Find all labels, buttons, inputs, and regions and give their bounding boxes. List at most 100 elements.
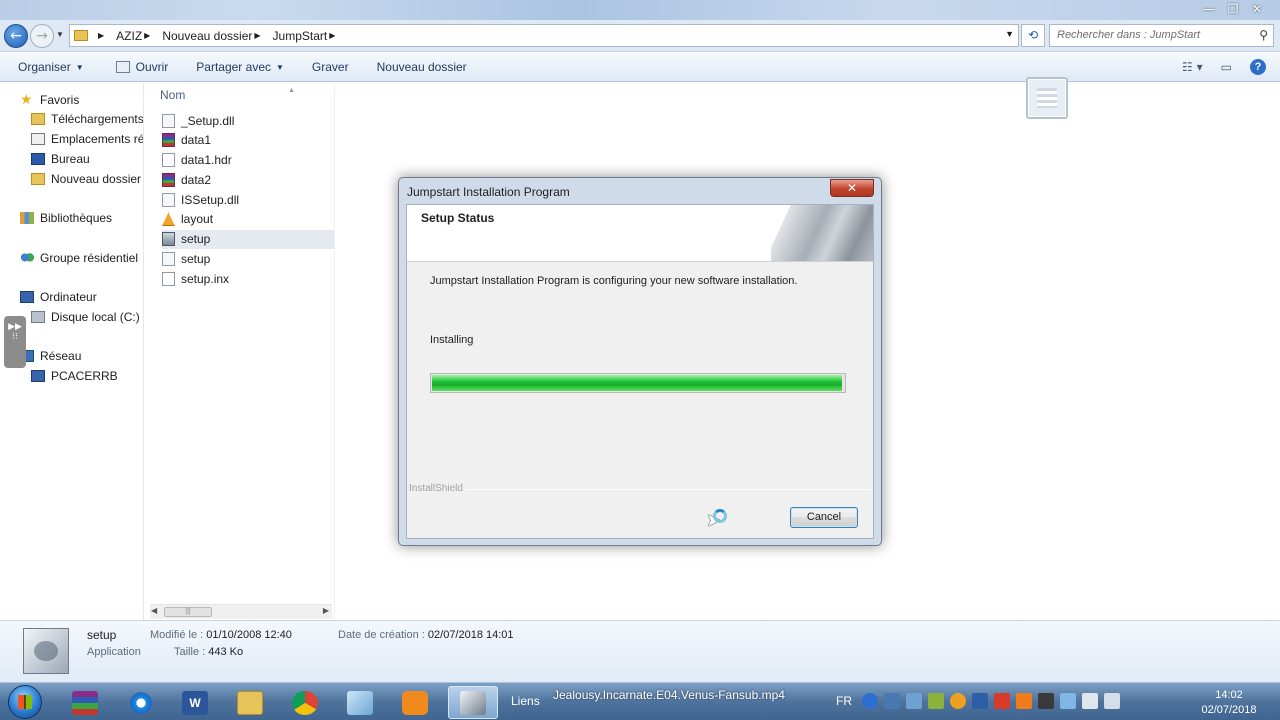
file-row[interactable]: data1 bbox=[162, 131, 334, 150]
refresh-button[interactable]: ⟲ bbox=[1021, 24, 1045, 47]
burn-button[interactable]: Graver bbox=[312, 60, 349, 74]
address-dropdown-icon[interactable]: ▼ bbox=[1005, 29, 1014, 39]
dialog-close-button[interactable]: ✕ bbox=[830, 179, 874, 197]
recent-places-icon bbox=[31, 133, 45, 145]
language-indicator[interactable]: FR bbox=[836, 694, 852, 708]
file-row[interactable]: data1.hdr bbox=[162, 151, 334, 170]
file-name: data1 bbox=[181, 133, 212, 148]
preview-pane-icon[interactable]: ▭ bbox=[1221, 60, 1232, 74]
tray-app-icon[interactable] bbox=[1038, 693, 1054, 709]
taskbar-explorer[interactable] bbox=[225, 686, 275, 719]
horizontal-scrollbar[interactable]: ◀ ||| ▶ bbox=[150, 604, 332, 619]
tray-app-icon[interactable] bbox=[950, 693, 966, 709]
search-input[interactable]: Rechercher dans : JumpStart ⚲ bbox=[1049, 24, 1274, 47]
details-file-type: Application bbox=[87, 646, 141, 658]
nav-network-pc[interactable]: PCACERRB bbox=[31, 369, 118, 383]
forward-button[interactable]: → bbox=[30, 24, 54, 48]
taskbar-winrar[interactable] bbox=[60, 686, 110, 719]
help-icon[interactable] bbox=[862, 693, 878, 709]
file-row[interactable]: ISSetup.dll bbox=[162, 190, 334, 209]
nav-favorites[interactable]: ★ Favoris bbox=[20, 92, 79, 108]
tray-app-icon[interactable] bbox=[906, 693, 922, 709]
nav-libraries[interactable]: Bibliothèques bbox=[20, 211, 112, 225]
file-explorer-icon bbox=[237, 690, 263, 715]
file-row[interactable]: setup.inx bbox=[162, 269, 334, 288]
side-panel-handle[interactable]: ▶▶ ⁝⁝ bbox=[4, 316, 26, 368]
address-row: ← → ▼ ▶ AZIZ ▶ Nouveau dossier ▶ JumpStart… bbox=[0, 20, 1280, 52]
taskbar-chrome[interactable] bbox=[280, 686, 330, 719]
command-bar: Organiser ▼ Ouvrir Partager avec ▼ Graver … bbox=[0, 53, 1280, 82]
file-row[interactable]: _Setup.dll bbox=[162, 111, 334, 130]
search-icon[interactable]: ⚲ bbox=[1259, 28, 1268, 42]
nav-desktop[interactable]: Bureau bbox=[31, 152, 143, 166]
maximize-button[interactable]: ❐ bbox=[1222, 1, 1244, 17]
scroll-thumb[interactable]: ||| bbox=[164, 607, 212, 617]
tray-app-icon[interactable] bbox=[884, 693, 900, 709]
downloads-folder-icon bbox=[31, 113, 45, 125]
clock-time: 14:02 bbox=[1215, 689, 1243, 701]
back-button[interactable]: ← bbox=[4, 24, 28, 48]
nav-computer[interactable]: Ordinateur bbox=[20, 290, 97, 304]
nav-downloads[interactable]: Téléchargements bbox=[31, 112, 143, 126]
taskbar-media-player[interactable] bbox=[390, 686, 440, 719]
installshield-label: InstallShield bbox=[409, 483, 463, 494]
details-created: Date de création : 02/07/2018 14:01 bbox=[338, 629, 514, 641]
links-toolbar[interactable]: Liens bbox=[511, 694, 540, 708]
system-tray bbox=[862, 693, 1120, 709]
computer-icon bbox=[31, 370, 45, 382]
help-icon[interactable]: ? bbox=[1250, 59, 1266, 75]
scroll-left-arrow-icon[interactable]: ◀ bbox=[151, 606, 157, 615]
recent-pages-dropdown[interactable]: ▼ bbox=[56, 30, 64, 39]
open-button[interactable]: Ouvrir bbox=[115, 60, 168, 74]
nav-new-folder-2[interactable]: Nouveau dossier (2 bbox=[31, 172, 143, 186]
dialog-body: Setup Status Jumpstart Installation Prog… bbox=[406, 204, 874, 539]
column-header-name[interactable]: Nom ▲ bbox=[160, 87, 295, 102]
file-name: setup bbox=[181, 232, 211, 246]
disk-icon bbox=[31, 311, 45, 323]
share-menu[interactable]: Partager avec ▼ bbox=[196, 60, 284, 74]
view-options-icon[interactable]: ☷ ▾ bbox=[1182, 60, 1203, 74]
config-file-icon bbox=[162, 251, 175, 266]
organize-menu[interactable]: Organiser ▼ bbox=[18, 60, 84, 74]
battery-icon[interactable] bbox=[1082, 693, 1098, 709]
now-playing-title[interactable]: Jealousy.Incarnate.E04.Venus-Fansub.mp4 bbox=[553, 688, 785, 702]
cancel-button[interactable]: Cancel bbox=[790, 507, 858, 528]
nav-local-disk[interactable]: Disque local (C:) bbox=[31, 310, 140, 324]
volume-icon[interactable] bbox=[1104, 693, 1120, 709]
tray-app-icon[interactable] bbox=[972, 693, 988, 709]
taskbar-app[interactable] bbox=[335, 686, 385, 719]
file-row[interactable]: setup bbox=[162, 229, 334, 249]
breadcrumb-jumpstart[interactable]: JumpStart ▶ bbox=[273, 29, 342, 43]
file-row[interactable]: setup bbox=[162, 249, 334, 268]
setup-app-icon bbox=[162, 232, 175, 246]
folder-icon bbox=[31, 173, 45, 185]
close-window-button[interactable]: ✕ bbox=[1246, 1, 1268, 17]
taskbar-internet-explorer[interactable] bbox=[116, 686, 166, 719]
nav-homegroup[interactable]: Groupe résidentiel bbox=[20, 251, 138, 265]
file-row[interactable]: layout bbox=[162, 210, 334, 229]
tray-app-icon[interactable] bbox=[928, 693, 944, 709]
taskbar-installer[interactable] bbox=[448, 686, 498, 719]
winrar-icon bbox=[72, 690, 98, 715]
search-placeholder: Rechercher dans : JumpStart bbox=[1057, 29, 1201, 41]
file-row[interactable]: data2 bbox=[162, 170, 334, 189]
nav-recent-places[interactable]: Emplacements réc bbox=[31, 132, 143, 146]
breadcrumb-nouveau-dossier[interactable]: Nouveau dossier ▶ bbox=[162, 29, 266, 43]
clock[interactable]: 14:02 02/07/2018 bbox=[1191, 688, 1267, 718]
scroll-right-arrow-icon[interactable]: ▶ bbox=[323, 606, 329, 615]
details-pane: setup Application Modifié le : 01/10/200… bbox=[0, 620, 1280, 682]
nav-network[interactable]: Réseau bbox=[20, 349, 81, 363]
tray-app-icon[interactable] bbox=[1060, 693, 1076, 709]
taskbar-word[interactable]: W bbox=[170, 686, 220, 719]
media-player-icon bbox=[402, 690, 428, 715]
tray-app-icon[interactable] bbox=[994, 693, 1010, 709]
tray-app-icon[interactable] bbox=[1016, 693, 1032, 709]
app-icon bbox=[347, 690, 373, 715]
ghost-window-icon[interactable] bbox=[1026, 77, 1068, 119]
breadcrumb-aziz[interactable]: AZIZ ▶ bbox=[116, 29, 156, 43]
breadcrumb-root-arrow[interactable]: ▶ bbox=[96, 31, 110, 40]
new-folder-button[interactable]: Nouveau dossier bbox=[377, 60, 467, 74]
minimize-button[interactable]: — bbox=[1198, 1, 1220, 17]
start-button[interactable] bbox=[8, 685, 42, 719]
address-bar[interactable]: ▶ AZIZ ▶ Nouveau dossier ▶ JumpStart ▶ ▼ bbox=[69, 24, 1019, 47]
